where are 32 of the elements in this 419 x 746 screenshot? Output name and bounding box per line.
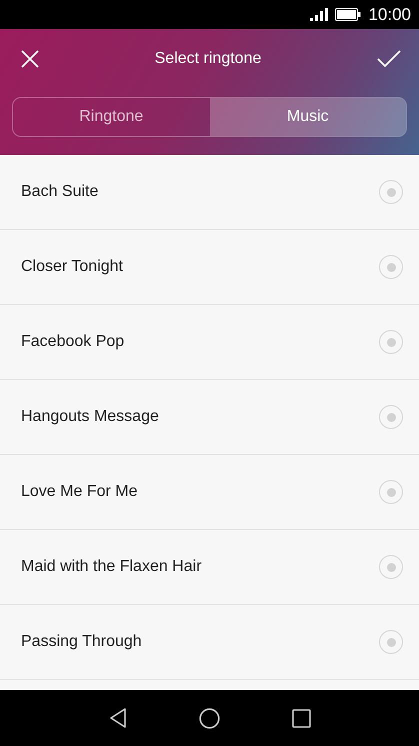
clock-time: 10:00 bbox=[368, 4, 411, 24]
screen-title: Select ringtone bbox=[154, 50, 262, 68]
radio-button[interactable] bbox=[379, 480, 403, 504]
tab[interactable]: Ringtone bbox=[13, 98, 210, 136]
radio-button[interactable] bbox=[379, 180, 403, 204]
close-icon[interactable] bbox=[21, 50, 39, 68]
tab[interactable]: Music bbox=[210, 98, 406, 136]
song-title: Maid with the Flaxen Hair bbox=[21, 558, 202, 576]
home-icon[interactable] bbox=[198, 708, 220, 728]
song-title: Bach Suite bbox=[21, 183, 98, 201]
radio-button[interactable] bbox=[379, 555, 403, 579]
radio-button[interactable] bbox=[379, 405, 403, 429]
ringtone-item[interactable]: Maid with the Flaxen Hair bbox=[0, 530, 419, 605]
radio-button[interactable] bbox=[379, 630, 403, 654]
song-title: Hangouts Message bbox=[21, 408, 159, 426]
ringtone-item[interactable]: Love Me For Me bbox=[0, 455, 419, 530]
ringtone-item[interactable]: Bach Suite bbox=[0, 155, 419, 230]
ringtone-item[interactable]: Closer Tonight bbox=[0, 230, 419, 305]
song-title: Passing Through bbox=[21, 633, 142, 651]
signal-icon bbox=[310, 8, 328, 21]
ringtone-item[interactable]: Hangouts Message bbox=[0, 380, 419, 455]
song-title: Love Me For Me bbox=[21, 483, 138, 501]
song-title: Closer Tonight bbox=[21, 258, 123, 276]
checkmark-icon[interactable] bbox=[376, 50, 401, 68]
ringtone-item[interactable]: Passing Through bbox=[0, 605, 419, 680]
battery-icon bbox=[335, 8, 362, 21]
recents-icon[interactable] bbox=[292, 708, 310, 728]
song-title: Facebook Pop bbox=[21, 333, 124, 351]
radio-button[interactable] bbox=[379, 330, 403, 354]
ringtone-item[interactable]: Facebook Pop bbox=[0, 305, 419, 380]
radio-button[interactable] bbox=[379, 255, 403, 279]
back-icon[interactable] bbox=[108, 708, 126, 728]
